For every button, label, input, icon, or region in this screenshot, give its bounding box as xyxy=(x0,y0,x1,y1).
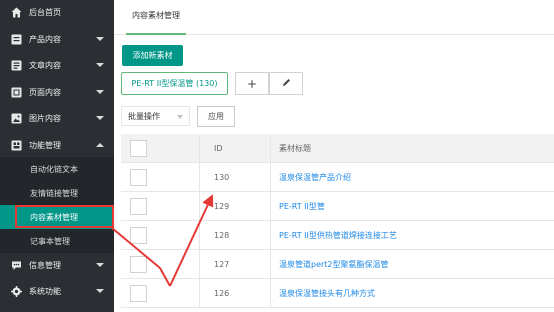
sidebar-item-pages[interactable]: 页面内容 xyxy=(0,80,114,104)
chevron-down-icon xyxy=(96,116,104,120)
chevron-down-icon xyxy=(96,37,104,41)
row-id: 127 xyxy=(200,250,271,278)
row-title-cell: PE-RT II型供热管道焊接连接工艺 xyxy=(271,221,554,249)
edit-category-button[interactable] xyxy=(269,72,303,95)
row-checkbox[interactable] xyxy=(130,255,147,273)
sidebar-item-messages[interactable]: 信息管理 xyxy=(0,253,114,277)
sidebar-item-functions[interactable]: 功能管理 xyxy=(0,133,114,157)
tab-label: 内容素材管理 xyxy=(132,11,180,20)
table-row: 129 PE-RT II型管 xyxy=(121,192,554,221)
sidebar-item-label: 功能管理 xyxy=(29,140,61,150)
sidebar-subitem-label: 友情链接管理 xyxy=(30,188,78,198)
row-id: 126 xyxy=(200,279,271,307)
row-checkbox-cell xyxy=(121,279,200,307)
row-title-link[interactable]: 温泉保温管接头有几种方式 xyxy=(279,288,375,299)
chevron-down-icon xyxy=(96,90,104,94)
row-title-link[interactable]: 温泉管道pert2型聚氨酯保温管 xyxy=(279,259,389,270)
add-material-button[interactable]: 添加新素材 xyxy=(122,45,183,66)
row-checkbox[interactable] xyxy=(130,284,147,302)
chevron-down-icon xyxy=(96,263,104,267)
main-content: 内容素材管理 添加新素材 PE-RT II型保温管 (130) + 批量操作 应… xyxy=(114,0,554,312)
row-checkbox-cell xyxy=(121,221,200,249)
row-id: 128 xyxy=(200,221,271,249)
row-checkbox[interactable] xyxy=(130,197,147,215)
row-checkbox-cell xyxy=(121,250,200,278)
table-row: 130 温泉保温管产品介绍 xyxy=(121,163,554,192)
header-id: ID xyxy=(200,134,271,162)
add-category-button[interactable]: + xyxy=(235,72,269,95)
plus-icon: + xyxy=(246,76,258,91)
function-icon xyxy=(11,140,22,151)
sidebar: 后台首页 产品内容 文章内容 页面内容 图片内容 功能管理 自动化链文本 友情链… xyxy=(0,0,114,312)
row-checkbox-cell xyxy=(121,192,200,220)
sidebar-item-label: 后台首页 xyxy=(29,7,61,17)
row-title-link[interactable]: 温泉保温管产品介绍 xyxy=(279,172,351,183)
batch-action-value: 批量操作 xyxy=(128,111,160,121)
sidebar-item-label: 信息管理 xyxy=(29,260,61,270)
row-title-cell: 温泉保温管产品介绍 xyxy=(271,163,554,191)
apply-label: 应用 xyxy=(208,112,224,121)
sidebar-item-articles[interactable]: 文章内容 xyxy=(0,53,114,77)
row-id: 129 xyxy=(200,192,271,220)
chevron-down-icon xyxy=(96,63,104,67)
header-checkbox-cell xyxy=(121,134,200,162)
row-id: 130 xyxy=(200,163,271,191)
chevron-down-icon xyxy=(96,289,104,293)
select-all-checkbox[interactable] xyxy=(130,139,147,157)
sidebar-subitem-content-materials[interactable]: 内容素材管理 xyxy=(0,205,114,229)
header-title: 素材标题 xyxy=(279,143,311,153)
doc-icon xyxy=(11,34,22,45)
row-title-cell: 温泉管道pert2型聚氨酯保温管 xyxy=(271,250,554,278)
table-row: 127 温泉管道pert2型聚氨酯保温管 xyxy=(121,250,554,279)
tab-bar: 内容素材管理 xyxy=(114,0,554,35)
table-row: 128 PE-RT II型供热管道焊接连接工艺 xyxy=(121,221,554,250)
table-row: 126 温泉保温管接头有几种方式 xyxy=(121,279,554,308)
chevron-down-icon xyxy=(177,115,183,119)
page-icon xyxy=(11,87,22,98)
row-checkbox[interactable] xyxy=(130,226,147,244)
row-checkbox[interactable] xyxy=(130,168,147,186)
sidebar-item-products[interactable]: 产品内容 xyxy=(0,27,114,51)
sidebar-subitem-label: 自动化链文本 xyxy=(30,164,78,174)
sidebar-subitem-notepad[interactable]: 记事本管理 xyxy=(0,229,114,253)
sidebar-item-label: 图片内容 xyxy=(29,113,61,123)
list-icon xyxy=(11,60,22,71)
home-icon xyxy=(11,7,22,18)
category-filter-label: PE-RT II型保温管 (130) xyxy=(131,79,218,88)
sidebar-subitem-auto-link[interactable]: 自动化链文本 xyxy=(0,157,114,181)
row-title-cell: PE-RT II型管 xyxy=(271,192,554,220)
gear-icon xyxy=(11,285,22,297)
add-material-label: 添加新素材 xyxy=(132,51,173,60)
pencil-icon xyxy=(282,78,291,89)
row-checkbox-cell xyxy=(121,163,200,191)
chevron-up-icon xyxy=(96,143,104,147)
tab-content-materials[interactable]: 内容素材管理 xyxy=(126,10,186,35)
sidebar-item-label: 系统功能 xyxy=(29,286,61,296)
batch-action-select[interactable]: 批量操作 xyxy=(121,106,190,126)
sidebar-item-label: 文章内容 xyxy=(29,60,61,70)
sidebar-item-label: 产品内容 xyxy=(29,34,61,44)
row-title-link[interactable]: PE-RT II型管 xyxy=(279,201,325,212)
row-title-cell: 温泉保温管接头有几种方式 xyxy=(271,279,554,307)
chat-icon xyxy=(11,260,22,271)
apply-button[interactable]: 应用 xyxy=(197,106,235,127)
image-icon xyxy=(11,113,22,124)
sidebar-item-label: 页面内容 xyxy=(29,87,61,97)
sidebar-item-images[interactable]: 图片内容 xyxy=(0,106,114,130)
sidebar-subitem-label: 记事本管理 xyxy=(30,236,70,246)
sidebar-item-home[interactable]: 后台首页 xyxy=(0,0,114,24)
table-header-row: ID 素材标题 xyxy=(121,134,554,163)
sidebar-subitem-friend-links[interactable]: 友情链接管理 xyxy=(0,181,114,205)
sidebar-subitem-label: 内容素材管理 xyxy=(30,212,78,222)
row-title-link[interactable]: PE-RT II型供热管道焊接连接工艺 xyxy=(279,230,397,241)
sidebar-item-system[interactable]: 系统功能 xyxy=(0,279,114,303)
category-filter-button[interactable]: PE-RT II型保温管 (130) xyxy=(121,72,228,95)
